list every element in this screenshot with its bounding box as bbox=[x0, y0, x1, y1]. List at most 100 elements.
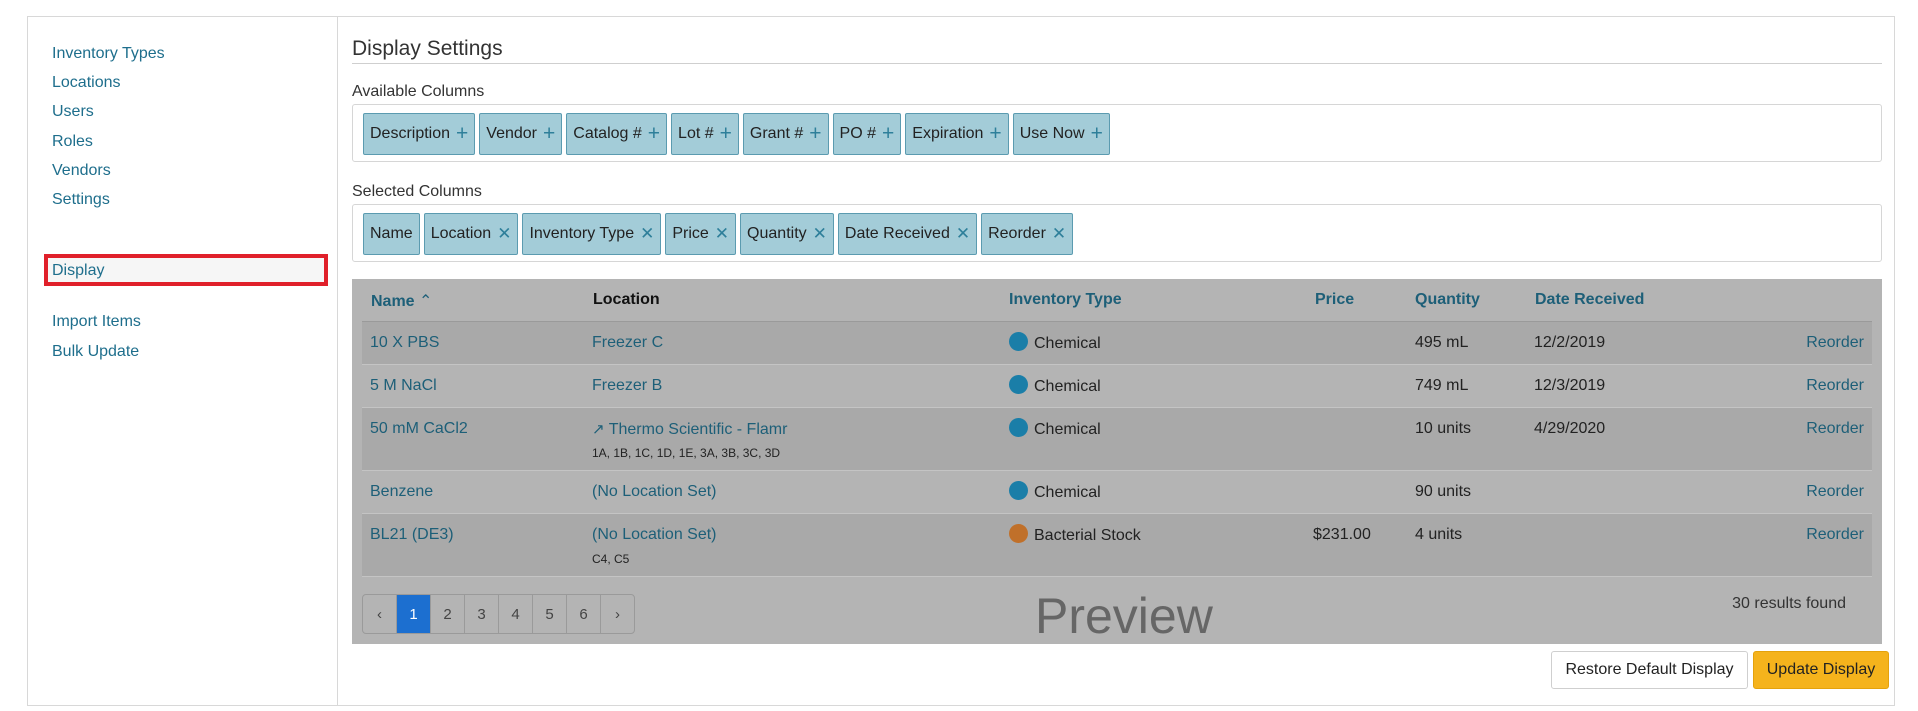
pagination-page-3[interactable]: 3 bbox=[465, 595, 499, 633]
sidebar-item-settings[interactable]: Settings bbox=[44, 183, 328, 215]
chip-label: Expiration bbox=[912, 125, 984, 142]
inventory-type-cell: Chemical bbox=[1009, 418, 1101, 439]
reorder-link[interactable]: Reorder bbox=[1806, 377, 1864, 395]
pagination-page-5[interactable]: 5 bbox=[533, 595, 567, 633]
available-chip-expiration[interactable]: Expiration + bbox=[905, 113, 1009, 155]
date-cell: 4/29/2020 bbox=[1534, 420, 1606, 437]
chip-label: Use Now bbox=[1019, 125, 1085, 142]
sublocation-text: 1A, 1B, 1C, 1D, 1E, 3A, 3B, 3C, 3D bbox=[592, 446, 781, 460]
inventory-type-cell: Bacterial Stock bbox=[1009, 524, 1141, 545]
plus-icon[interactable]: + bbox=[720, 122, 732, 146]
column-header-price[interactable]: Price bbox=[1315, 291, 1354, 309]
sidebar-item-display[interactable]: Display bbox=[44, 254, 328, 286]
column-header-date-received[interactable]: Date Received bbox=[1535, 291, 1644, 309]
selected-chip-price[interactable]: Price ✕ bbox=[665, 213, 737, 255]
chip-label: Vendor bbox=[486, 125, 538, 142]
available-chip-catalog[interactable]: Catalog # + bbox=[566, 113, 668, 155]
location-link[interactable]: Freezer C bbox=[592, 334, 663, 352]
chip-label: Description bbox=[370, 125, 451, 142]
item-name-link[interactable]: 10 X PBS bbox=[370, 334, 439, 352]
pagination-page-4[interactable]: 4 bbox=[499, 595, 533, 633]
sidebar-item-import-items[interactable]: Import Items bbox=[44, 305, 328, 337]
type-color-dot bbox=[1009, 481, 1028, 500]
selected-chip-date-received[interactable]: Date Received ✕ bbox=[837, 213, 978, 255]
update-display-button[interactable]: Update Display bbox=[1753, 651, 1889, 689]
page-title: Display Settings bbox=[352, 37, 1882, 64]
selected-chip-name[interactable]: Name bbox=[363, 213, 420, 255]
type-label: Chemical bbox=[1034, 484, 1101, 501]
table-row: 50 mM CaCl2 ↗ Thermo Scientific - Flamr … bbox=[362, 408, 1872, 471]
external-link-icon: ↗ bbox=[592, 421, 605, 438]
chip-label: Price bbox=[672, 225, 709, 242]
settings-panel: Inventory Types Locations Users Roles Ve… bbox=[27, 16, 1895, 706]
column-header-name[interactable]: Name ⌃ bbox=[371, 291, 432, 311]
inventory-type-cell: Chemical bbox=[1009, 375, 1101, 396]
sidebar-item-roles[interactable]: Roles bbox=[44, 125, 328, 157]
plus-icon[interactable]: + bbox=[882, 122, 894, 146]
item-name-link[interactable]: Benzene bbox=[370, 483, 433, 501]
location-label: Thermo Scientific - Flamr bbox=[608, 421, 788, 438]
reorder-link[interactable]: Reorder bbox=[1806, 526, 1864, 544]
close-icon[interactable]: ✕ bbox=[813, 224, 827, 244]
selected-chip-inventory-type[interactable]: Inventory Type ✕ bbox=[522, 213, 662, 255]
plus-icon[interactable]: + bbox=[809, 122, 821, 146]
plus-icon[interactable]: + bbox=[543, 122, 555, 146]
pagination-page-2[interactable]: 2 bbox=[431, 595, 465, 633]
available-chip-use-now[interactable]: Use Now + bbox=[1012, 113, 1110, 155]
location-link[interactable]: (No Location Set) bbox=[592, 526, 717, 544]
available-chip-grant[interactable]: Grant # + bbox=[742, 113, 829, 155]
table-row: Benzene (No Location Set) Chemical 90 un… bbox=[362, 471, 1872, 514]
column-header-quantity[interactable]: Quantity bbox=[1415, 291, 1480, 309]
pagination-prev[interactable]: ‹ bbox=[363, 595, 397, 633]
sidebar-item-vendors[interactable]: Vendors bbox=[44, 154, 328, 186]
close-icon[interactable]: ✕ bbox=[715, 224, 729, 244]
pagination-page-1[interactable]: 1 bbox=[397, 595, 431, 633]
chip-label: Reorder bbox=[988, 225, 1046, 242]
location-link[interactable]: (No Location Set) bbox=[592, 483, 717, 501]
close-icon[interactable]: ✕ bbox=[1052, 224, 1066, 244]
item-name-link[interactable]: 5 M NaCl bbox=[370, 377, 437, 395]
location-link[interactable]: Freezer B bbox=[592, 377, 662, 395]
selected-chip-quantity[interactable]: Quantity ✕ bbox=[740, 213, 834, 255]
reorder-link[interactable]: Reorder bbox=[1806, 334, 1864, 352]
plus-icon[interactable]: + bbox=[989, 122, 1001, 146]
reorder-link[interactable]: Reorder bbox=[1806, 420, 1864, 438]
quantity-cell: 749 mL bbox=[1415, 377, 1469, 394]
close-icon[interactable]: ✕ bbox=[956, 224, 970, 244]
sidebar-item-locations[interactable]: Locations bbox=[44, 66, 328, 98]
selected-chip-reorder[interactable]: Reorder ✕ bbox=[981, 213, 1074, 255]
selected-chip-location[interactable]: Location ✕ bbox=[423, 213, 519, 255]
plus-icon[interactable]: + bbox=[1091, 122, 1103, 146]
chevron-up-circle-icon: ⌃ bbox=[419, 293, 433, 310]
quantity-cell: 4 units bbox=[1415, 526, 1463, 543]
preview-watermark: Preview bbox=[1035, 588, 1213, 644]
sidebar-item-bulk-update[interactable]: Bulk Update bbox=[44, 335, 328, 367]
sidebar-item-users[interactable]: Users bbox=[44, 95, 328, 127]
pagination-page-6[interactable]: 6 bbox=[567, 595, 601, 633]
reorder-link[interactable]: Reorder bbox=[1806, 483, 1864, 501]
plus-icon[interactable]: + bbox=[648, 122, 660, 146]
quantity-cell: 10 units bbox=[1415, 420, 1472, 437]
available-chip-description[interactable]: Description + bbox=[363, 113, 476, 155]
restore-default-display-button[interactable]: Restore Default Display bbox=[1551, 651, 1748, 689]
available-chip-po[interactable]: PO # + bbox=[832, 113, 902, 155]
available-columns-label: Available Columns bbox=[352, 83, 485, 100]
pagination-next[interactable]: › bbox=[601, 595, 634, 633]
chip-label: Catalog # bbox=[573, 125, 642, 142]
available-chip-vendor[interactable]: Vendor + bbox=[479, 113, 563, 155]
column-header-inventory-type[interactable]: Inventory Type bbox=[1009, 291, 1122, 309]
price-cell: $231.00 bbox=[1313, 526, 1371, 543]
item-name-link[interactable]: 50 mM CaCl2 bbox=[370, 420, 468, 438]
close-icon[interactable]: ✕ bbox=[497, 224, 511, 244]
plus-icon[interactable]: + bbox=[456, 122, 468, 146]
available-chip-lot[interactable]: Lot # + bbox=[671, 113, 739, 155]
inventory-type-cell: Chemical bbox=[1009, 332, 1101, 353]
item-name-link[interactable]: BL21 (DE3) bbox=[370, 526, 454, 544]
chip-label: PO # bbox=[839, 125, 876, 142]
close-icon[interactable]: ✕ bbox=[640, 224, 654, 244]
location-link[interactable]: ↗ Thermo Scientific - Flamr bbox=[592, 420, 787, 439]
column-header-location[interactable]: Location bbox=[593, 291, 660, 309]
sidebar-item-inventory-types[interactable]: Inventory Types bbox=[44, 37, 328, 69]
chip-label: Lot # bbox=[678, 125, 714, 142]
type-color-dot bbox=[1009, 375, 1028, 394]
